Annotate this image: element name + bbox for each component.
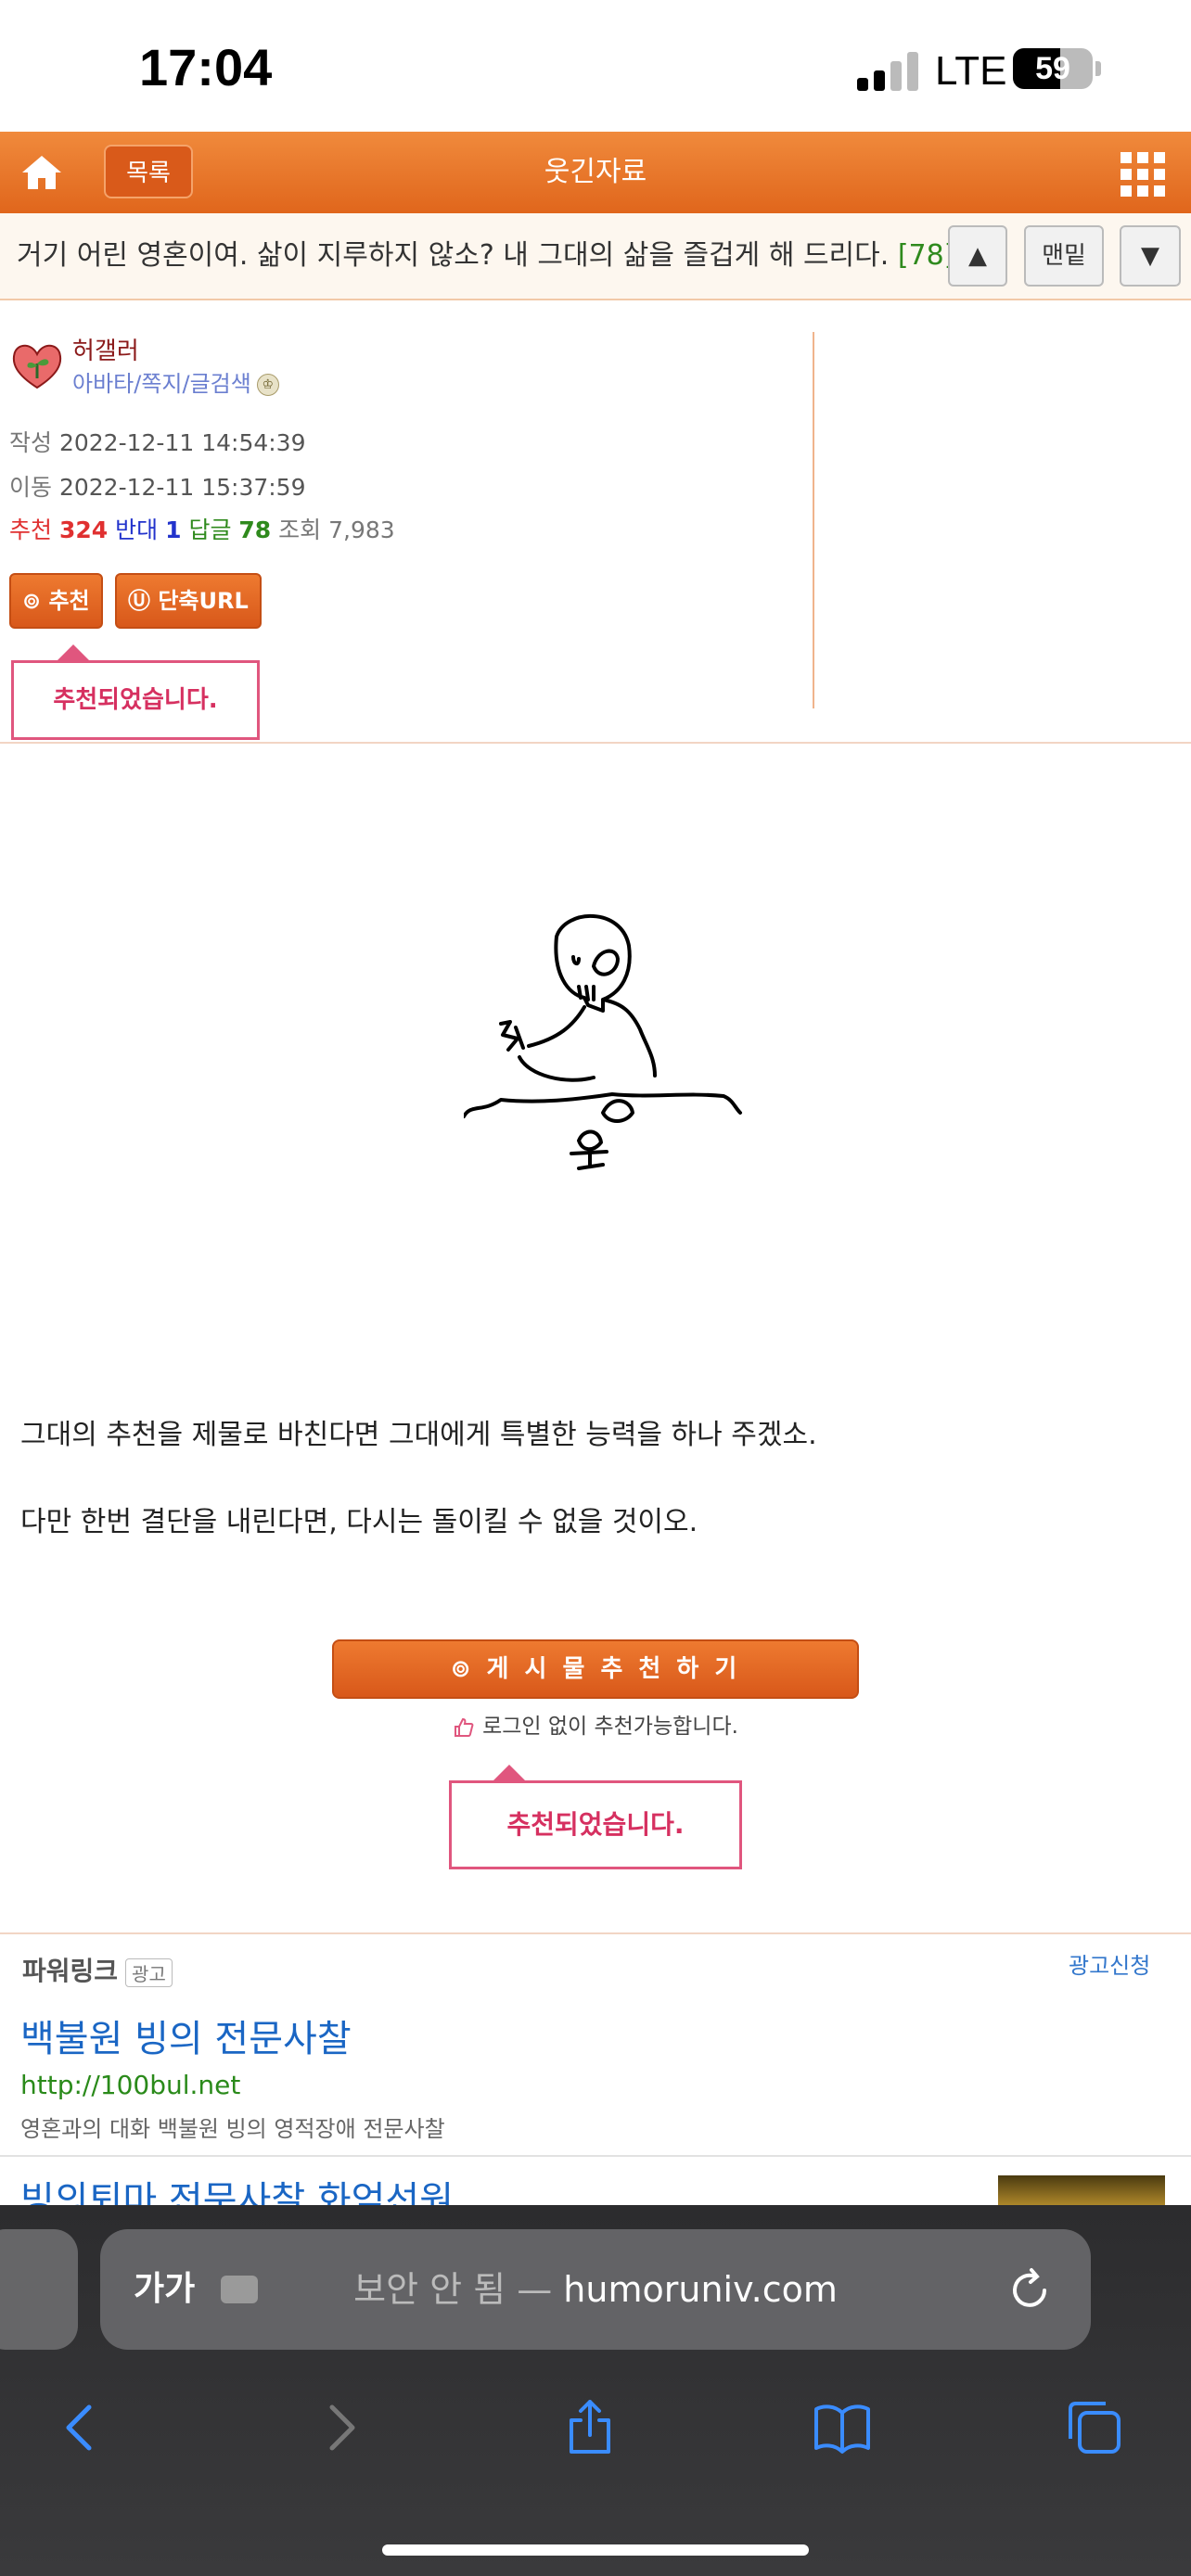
post-title-text: 거기 어린 영혼이여. 삶이 지루하지 않소? 내 그대의 삶을 즐겁게 해 드…	[17, 239, 890, 272]
scroll-up-button[interactable]: ▲	[948, 225, 1007, 287]
powerlink-label: 파워링크 광고	[22, 1951, 173, 1988]
powerlink-text: 파워링크	[22, 1956, 119, 1986]
ad1-title[interactable]: 백불원 빙의 전문사찰	[20, 2009, 352, 2062]
status-bar: 17:04 LTE 59	[0, 0, 1191, 132]
back-icon[interactable]	[54, 2400, 109, 2455]
post-title: 거기 어린 영혼이여. 삶이 지루하지 않소? 내 그대의 삶을 즐겁게 해 드…	[17, 213, 954, 299]
address-bar[interactable]: 가가 보안 안 됨 — humoruniv.com	[100, 2229, 1091, 2350]
ad-apply-link[interactable]: 광고신청	[1069, 1947, 1150, 1980]
network-label: LTE	[935, 48, 1007, 94]
share-icon[interactable]	[562, 2400, 618, 2455]
ad1-description: 영혼과의 대화 백불원 빙의 영적장애 전문사찰	[20, 2116, 445, 2142]
post-title-bar: 거기 어린 영혼이여. 삶이 지루하지 않소? 내 그대의 삶을 즐겁게 해 드…	[0, 213, 1191, 300]
domain-label: humoruniv.com	[563, 2269, 838, 2310]
thumbs-up-icon	[455, 1717, 474, 1737]
author-info: 허갤러 아바타/쪽지/글검색 ♔ 작성 2022-12-11 14:54:39 이…	[0, 300, 1191, 744]
moved-label: 이동	[9, 474, 53, 501]
opp-label: 반대	[115, 516, 159, 543]
tabs-icon[interactable]	[1067, 2400, 1122, 2455]
skeleton-drawing	[464, 914, 742, 1170]
avatar-icon[interactable]	[9, 338, 65, 393]
battery-level: 59	[1035, 51, 1070, 86]
ad-divider	[0, 1932, 1191, 1934]
bookmarks-icon[interactable]	[814, 2400, 870, 2455]
ad-divider-2	[0, 2155, 1191, 2157]
author-links-text[interactable]: 아바타/쪽지/글검색	[72, 371, 251, 397]
author-links[interactable]: 아바타/쪽지/글검색 ♔	[72, 365, 279, 398]
view-count: 7,983	[328, 516, 395, 543]
battery-nub	[1095, 61, 1101, 76]
post-stats: 추천 324 반대 1 답글 78 조회 7,983	[9, 512, 395, 545]
ad-tag: 광고	[125, 1958, 173, 1987]
grade-badge-icon: ♔	[256, 374, 279, 396]
recommend-popup: 추천되었습니다.	[11, 644, 260, 740]
scroll-bottom-button[interactable]: 맨밑	[1024, 225, 1104, 287]
signal-icon	[857, 50, 922, 91]
written-value: 2022-12-11 14:54:39	[58, 429, 306, 456]
content-line-1: 그대의 추천을 제물로 바친다면 그대에게 특별한 능력을 하나 주겠소.	[20, 1419, 817, 1451]
author-name[interactable]: 허갤러	[72, 332, 139, 366]
battery-icon: 59	[1013, 48, 1093, 89]
insecure-label: 보안 안 됨 —	[353, 2269, 553, 2310]
divider	[813, 332, 814, 708]
written-label: 작성	[9, 429, 53, 456]
reload-icon[interactable]	[1005, 2266, 1054, 2315]
url-text[interactable]: 보안 안 됨 — humoruniv.com	[100, 2229, 1091, 2350]
login-note-text: 로그인 없이 추천가능합니다.	[482, 1715, 738, 1739]
post-recommend-button[interactable]: ⊚ 게 시 물 추 천 하 기	[332, 1639, 859, 1699]
rec-label: 추천	[9, 516, 53, 543]
rec-count: 324	[58, 516, 109, 543]
reply-label: 답글	[188, 516, 232, 543]
content-line-2: 다만 한번 결단을 내린다면, 다시는 돌이킬 수 없을 것이오.	[20, 1506, 698, 1538]
ad1-url[interactable]: http://100bul.net	[20, 2070, 240, 2100]
comment-count[interactable]: [78]	[898, 239, 955, 272]
reply-count: 78	[238, 516, 272, 543]
login-note: 로그인 없이 추천가능합니다.	[0, 1708, 1191, 1740]
view-label: 조회	[278, 516, 322, 543]
opp-count: 1	[165, 516, 182, 543]
recommend-button[interactable]: ⊚ 추천	[9, 573, 103, 629]
moved-date: 이동 2022-12-11 15:37:59	[9, 469, 305, 503]
recommend-popup-2: 추천되었습니다.	[449, 1765, 742, 1869]
moved-value: 2022-12-11 15:37:59	[58, 474, 306, 501]
scroll-down-button[interactable]: ▼	[1120, 225, 1181, 287]
forward-icon[interactable]	[312, 2400, 367, 2455]
home-icon[interactable]	[20, 152, 63, 193]
safari-toolbar: 가가 보안 안 됨 — humoruniv.com	[0, 2205, 1191, 2576]
clock: 17:04	[139, 38, 273, 96]
written-date: 작성 2022-12-11 14:54:39	[9, 425, 305, 458]
site-header: 웃긴자료 목록	[0, 132, 1191, 213]
list-button[interactable]: 목록	[104, 145, 193, 198]
short-url-button[interactable]: Ⓤ 단축URL	[115, 573, 262, 629]
grid-menu-icon[interactable]	[1121, 152, 1165, 197]
previous-tab-preview[interactable]	[0, 2229, 78, 2350]
home-indicator	[382, 2544, 809, 2556]
